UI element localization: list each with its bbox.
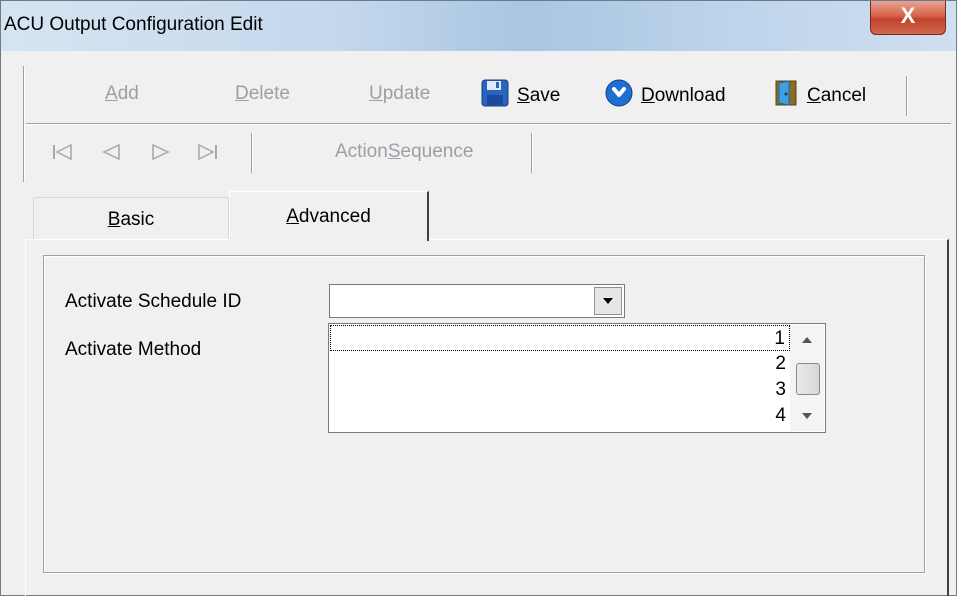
nav-separator-end	[531, 133, 533, 173]
list-item[interactable]: 1	[330, 325, 790, 351]
toolbar-separator	[906, 76, 908, 116]
scroll-up-icon	[802, 337, 812, 343]
next-record-icon[interactable]	[151, 143, 171, 167]
last-record-icon[interactable]	[197, 143, 219, 167]
chevron-down-icon	[603, 298, 613, 304]
combo-dropdown-button[interactable]	[594, 287, 622, 315]
add-button[interactable]: Add	[105, 83, 139, 105]
cancel-button[interactable]: Cancel	[773, 79, 866, 113]
tab-advanced[interactable]: Advanced	[229, 191, 429, 241]
delete-accel-key: D	[235, 83, 249, 104]
toolbar-divider	[26, 123, 951, 125]
nav-separator	[251, 133, 253, 173]
update-accel-key: U	[369, 83, 383, 104]
activate-method-label: Activate Method	[65, 339, 202, 360]
add-accel-key: A	[105, 83, 118, 104]
scroll-down-icon	[802, 413, 812, 419]
close-button[interactable]: X	[870, 1, 946, 35]
activate-schedule-combobox[interactable]	[329, 284, 625, 318]
first-record-icon[interactable]	[51, 143, 73, 167]
title-bar[interactable]: ACU Output Configuration Edit X	[1, 1, 956, 51]
delete-button[interactable]: Delete	[235, 83, 290, 105]
download-button[interactable]: Download	[605, 79, 726, 113]
toolbar-grip[interactable]	[23, 66, 25, 182]
method-list: 1 2 3 4	[330, 325, 790, 431]
window-title: ACU Output Configuration Edit	[4, 14, 263, 35]
scroll-down-button[interactable]	[790, 401, 824, 431]
scroll-up-button[interactable]	[790, 325, 824, 355]
save-button[interactable]: Save	[481, 79, 560, 113]
floppy-disk-icon	[481, 79, 509, 113]
download-arrow-icon	[605, 79, 633, 113]
activate-method-listbox[interactable]: 1 2 3 4	[328, 323, 826, 433]
update-button[interactable]: Update	[369, 83, 430, 105]
list-item[interactable]: 4	[330, 403, 790, 429]
vertical-scrollbar[interactable]	[790, 325, 824, 431]
action-sequence-button[interactable]: Action Sequence	[335, 141, 473, 163]
door-exit-icon	[773, 79, 799, 113]
scrollbar-thumb[interactable]	[796, 363, 820, 395]
tab-basic[interactable]: Basic	[33, 197, 229, 241]
list-item[interactable]: 3	[330, 377, 790, 403]
list-item[interactable]: 2	[330, 351, 790, 377]
activate-schedule-label: Activate Schedule ID	[65, 291, 242, 312]
acu-output-config-window: ACU Output Configuration Edit X Add Dele…	[0, 0, 957, 596]
previous-record-icon[interactable]	[101, 143, 121, 167]
